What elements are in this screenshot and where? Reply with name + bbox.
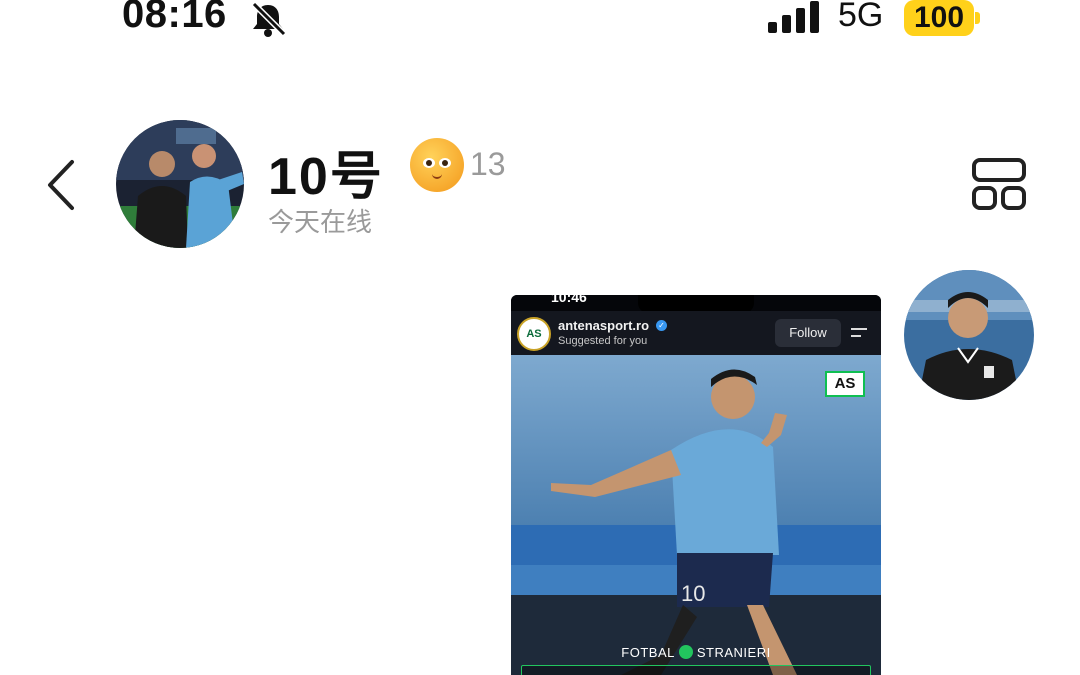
as-badge: AS	[825, 371, 865, 397]
caption: FOTBAL STRANIERI	[511, 645, 881, 660]
caption-bar	[521, 665, 871, 675]
emoji-reaction-count: 13	[470, 146, 506, 182]
network-type: 5G	[838, 0, 884, 34]
avatar-photo	[116, 120, 244, 248]
status-time: 08:16	[122, 0, 227, 36]
inner-status-time: 10:46	[551, 295, 587, 305]
grid-layout-icon[interactable]	[970, 156, 1028, 212]
account-logo: AS	[517, 317, 551, 351]
post-header: AS antenasport.ro ✓ Suggested for you Fo…	[511, 311, 881, 355]
emoji-reaction-icon[interactable]	[410, 138, 464, 192]
battery-icon	[975, 12, 980, 24]
bell-slash-icon	[251, 1, 287, 37]
follow-button: Follow	[775, 319, 841, 347]
verified-badge-icon: ✓	[656, 320, 667, 331]
menu-icon	[851, 328, 867, 337]
sender-avatar-photo	[904, 270, 1034, 400]
presence-status: 今天在线	[268, 207, 373, 237]
post-photo: 10	[511, 355, 881, 675]
caption-right: STRANIERI	[696, 645, 771, 660]
caption-left: FOTBAL	[621, 645, 675, 660]
signal-icon	[768, 1, 819, 33]
emoji-eye-left	[423, 158, 435, 168]
account-name: antenasport.ro	[558, 318, 650, 333]
chevron-left-icon[interactable]	[38, 154, 88, 216]
suggested-label: Suggested for you	[558, 335, 648, 347]
battery-level: 100	[904, 0, 974, 36]
contact-name: 10号	[268, 148, 384, 206]
emoji-mouth	[432, 174, 442, 179]
shared-image-message[interactable]: 10:46 AS antenasport.ro ✓ Suggested for …	[511, 295, 881, 675]
jersey-number: 10	[681, 581, 705, 606]
chat-screen: 08:16 5G 100 10号 13 今天在线 10:46 AS antena…	[0, 0, 1080, 675]
football-icon	[678, 645, 693, 659]
contact-avatar[interactable]	[116, 120, 244, 248]
sender-avatar[interactable]	[904, 270, 1034, 400]
emoji-eye-right	[439, 158, 451, 168]
